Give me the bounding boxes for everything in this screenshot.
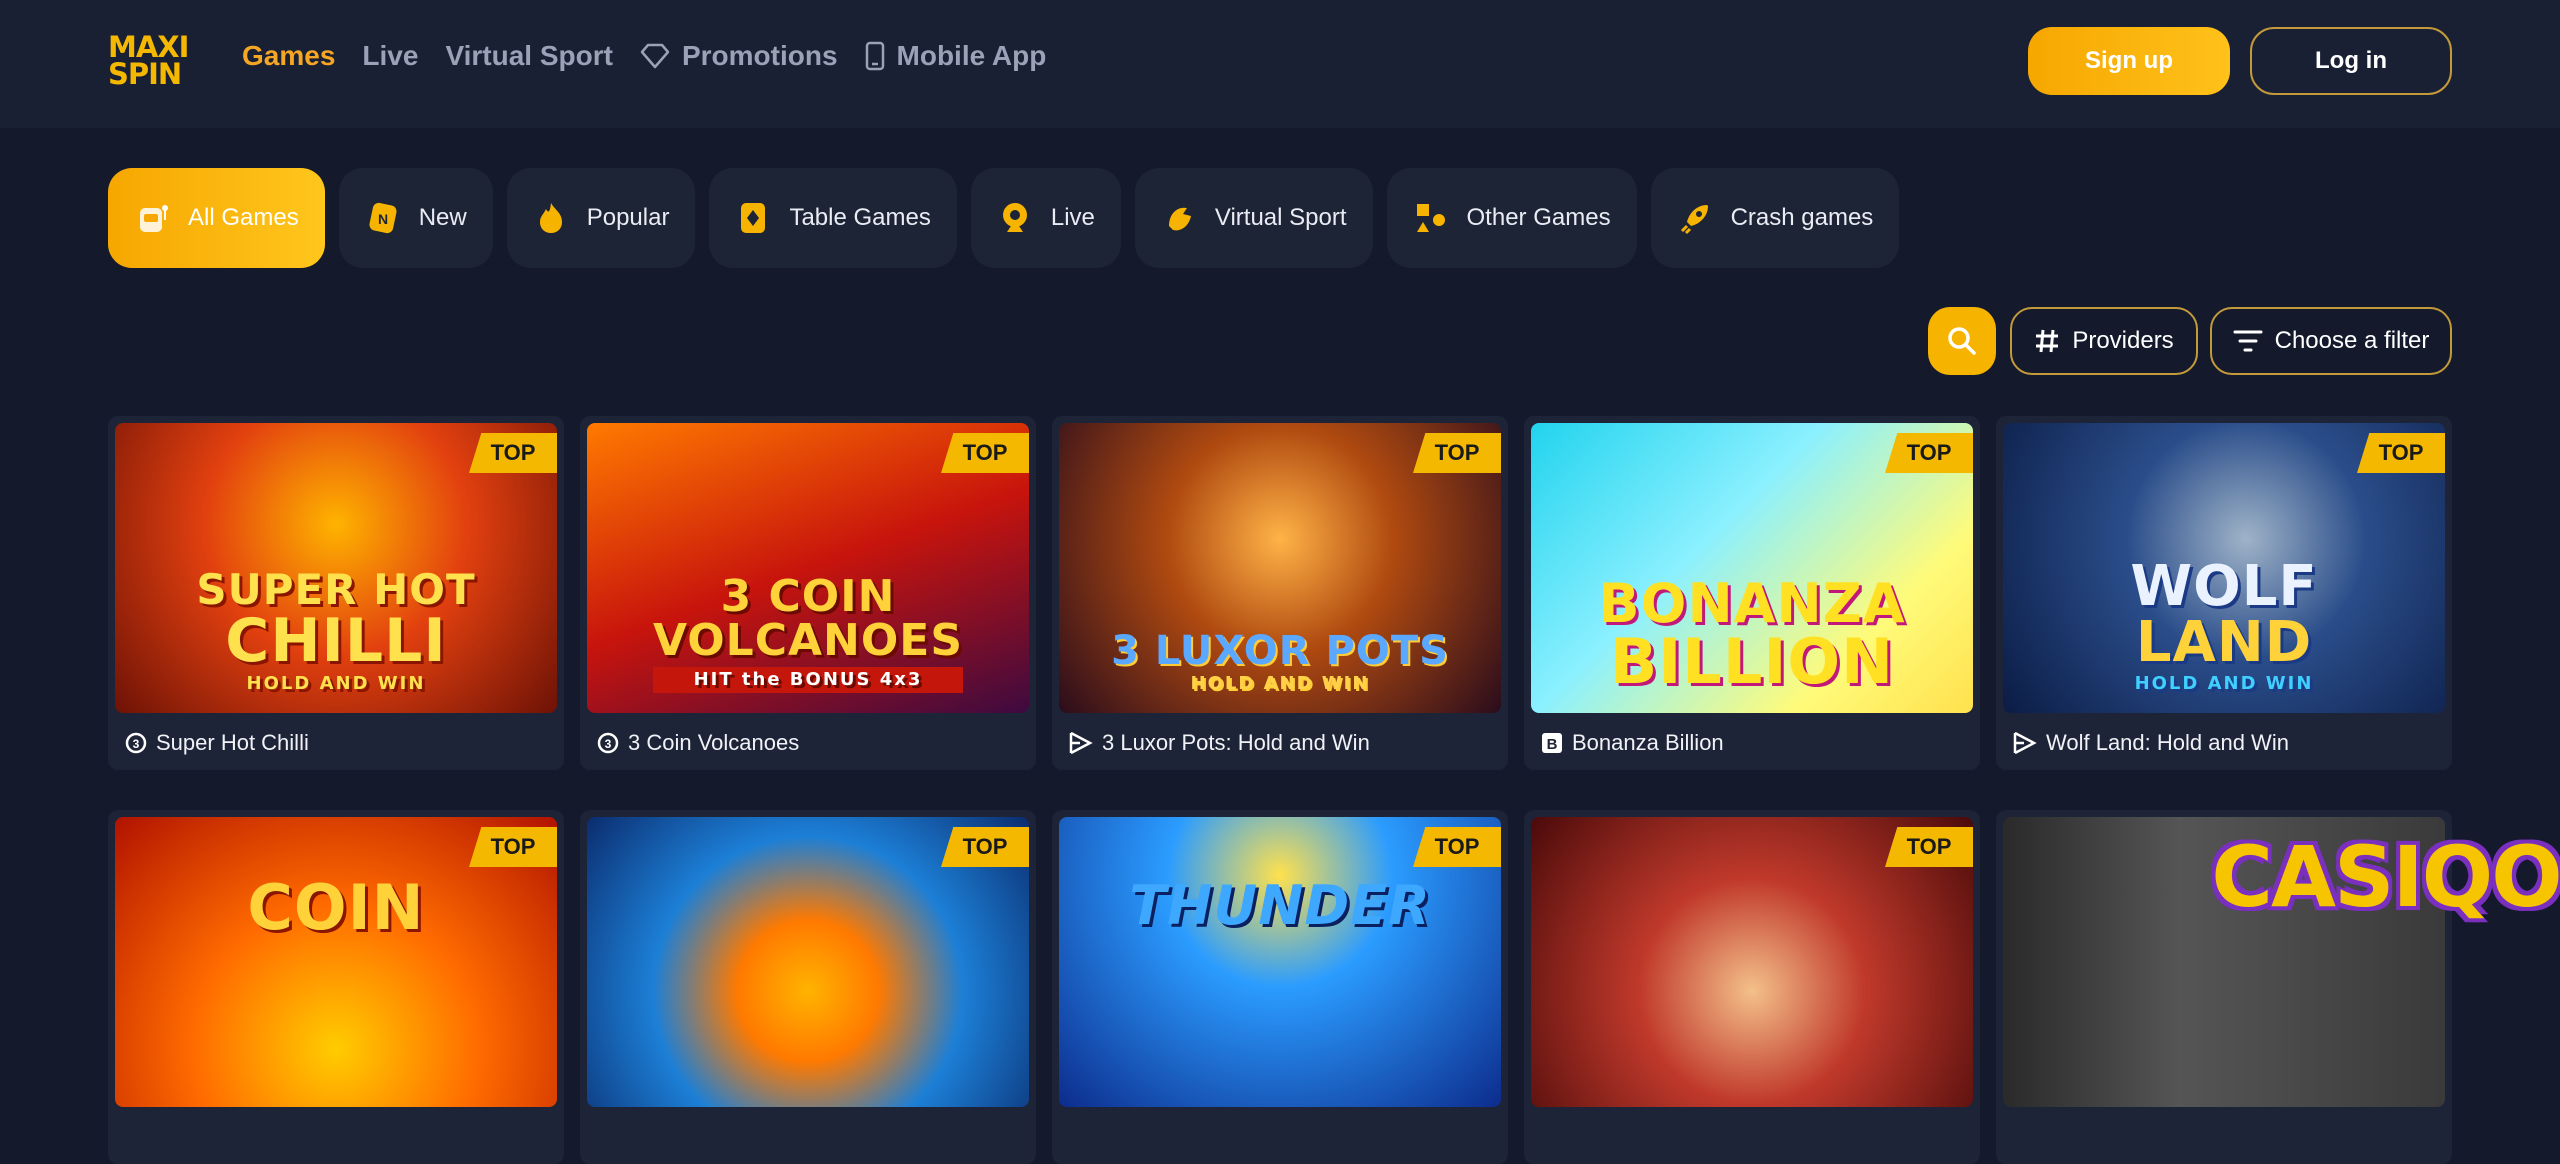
provider-icon: 3 (597, 732, 619, 754)
game-card[interactable]: BONANZA BILLION TOP B Bonanza Billion (1524, 416, 1980, 770)
game-thumbnail: 3 COIN VOLCANOES HIT the BONUS 4x3 TOP (587, 423, 1029, 713)
tab-live[interactable]: Live (970, 168, 1121, 268)
tab-new[interactable]: N New (338, 168, 493, 268)
top-badge: TOP (2357, 433, 2445, 473)
signup-button[interactable]: Sign up (2028, 27, 2230, 95)
top-badge: TOP (1413, 827, 1501, 867)
svg-text:B: B (1547, 736, 1558, 753)
game-thumbnail: WOLF LAND HOLD AND WIN TOP (2003, 423, 2445, 713)
tab-popular[interactable]: Popular (506, 168, 696, 268)
tab-all-games[interactable]: All Games (108, 168, 325, 268)
phone-icon (865, 41, 884, 71)
top-badge: TOP (1413, 433, 1501, 473)
game-thumbnail: COIN TOP (115, 817, 557, 1107)
nav-live[interactable]: Live (362, 40, 418, 72)
game-title: 3 Coin Volcanoes (628, 730, 800, 755)
game-thumbnail: 3 LUXOR POTS HOLD AND WIN TOP (1059, 423, 1501, 713)
new-icon: N (365, 200, 401, 236)
game-thumbnail: SUPER HOT CHILLI HOLD AND WIN TOP (115, 423, 557, 713)
game-thumbnail: BONANZA BILLION TOP (1531, 423, 1973, 713)
game-thumbnail: THUNDER TOP (1059, 817, 1501, 1107)
site-header: MAXI SPIN Games Live Virtual Sport Promo… (0, 0, 2560, 128)
providers-button[interactable]: Providers (2010, 307, 2198, 375)
game-thumbnail: TOP (587, 817, 1029, 1107)
top-badge: TOP (469, 433, 557, 473)
game-thumbnail: TOP (1531, 817, 1973, 1107)
tab-other-games[interactable]: Other Games (1386, 168, 1637, 268)
provider-icon: B (1542, 733, 1562, 753)
login-button[interactable]: Log in (2250, 27, 2452, 95)
category-tabs: All Games N New Popular Table Games Live… (108, 168, 1913, 268)
game-card[interactable]: 3 LUXOR POTS HOLD AND WIN TOP 3 Luxor Pot… (1052, 416, 1508, 770)
fire-icon (533, 200, 569, 236)
provider-icon: 3 (125, 732, 147, 754)
provider-icon (2013, 731, 2037, 755)
top-badge: TOP (469, 827, 557, 867)
game-title: Bonanza Billion (1572, 730, 1724, 755)
choose-filter-button[interactable]: Choose a filter (2210, 307, 2452, 375)
game-title: 3 Luxor Pots: Hold and Win (1102, 730, 1370, 755)
card-icon (735, 200, 771, 236)
tab-virtual-sport[interactable]: Virtual Sport (1134, 168, 1373, 268)
game-card[interactable]: THUNDER TOP (1052, 810, 1508, 1164)
nav-games[interactable]: Games (242, 40, 335, 72)
hash-icon (2036, 329, 2059, 353)
game-card[interactable]: 3 COIN VOLCANOES HIT the BONUS 4x3 TOP 3 3… (580, 416, 1036, 770)
webcam-icon (997, 200, 1033, 236)
search-button[interactable] (1928, 307, 1996, 375)
game-card[interactable]: TOP (580, 810, 1036, 1164)
nav-virtual-sport[interactable]: Virtual Sport (445, 40, 613, 72)
svg-text:3: 3 (133, 737, 140, 751)
svg-text:3: 3 (605, 737, 612, 751)
top-badge: TOP (1885, 827, 1973, 867)
tab-table-games[interactable]: Table Games (709, 168, 957, 268)
game-card[interactable]: WOLF LAND HOLD AND WIN TOP Wolf Land: Hold… (1996, 416, 2452, 770)
shapes-icon (1413, 200, 1449, 236)
game-card[interactable]: SUPER HOT CHILLI HOLD AND WIN TOP 3 Super … (108, 416, 564, 770)
svg-text:N: N (378, 211, 388, 227)
top-badge: TOP (1885, 433, 1973, 473)
filter-icon (2233, 330, 2263, 352)
diamond-icon (640, 43, 670, 69)
nav-mobile-app[interactable]: Mobile App (865, 40, 1046, 72)
tab-crash-games[interactable]: Crash games (1650, 168, 1900, 268)
top-badge: TOP (941, 433, 1029, 473)
search-icon (1948, 327, 1976, 355)
brand-logo[interactable]: MAXI SPIN (108, 33, 192, 90)
casiqo-watermark: CASIQO (2211, 828, 2560, 926)
game-card[interactable]: COIN TOP (108, 810, 564, 1164)
slot-machine-icon (134, 200, 170, 236)
virtual-sport-icon (1161, 200, 1197, 236)
game-title: Wolf Land: Hold and Win (2046, 730, 2289, 755)
game-card[interactable]: TOP (1524, 810, 1980, 1164)
top-badge: TOP (941, 827, 1029, 867)
game-title: Super Hot Chilli (156, 730, 309, 755)
main-nav: Games Live Virtual Sport Promotions Mobi… (242, 40, 1073, 72)
provider-icon (1069, 731, 1093, 755)
nav-promotions[interactable]: Promotions (640, 40, 838, 72)
rocket-icon (1677, 200, 1713, 236)
